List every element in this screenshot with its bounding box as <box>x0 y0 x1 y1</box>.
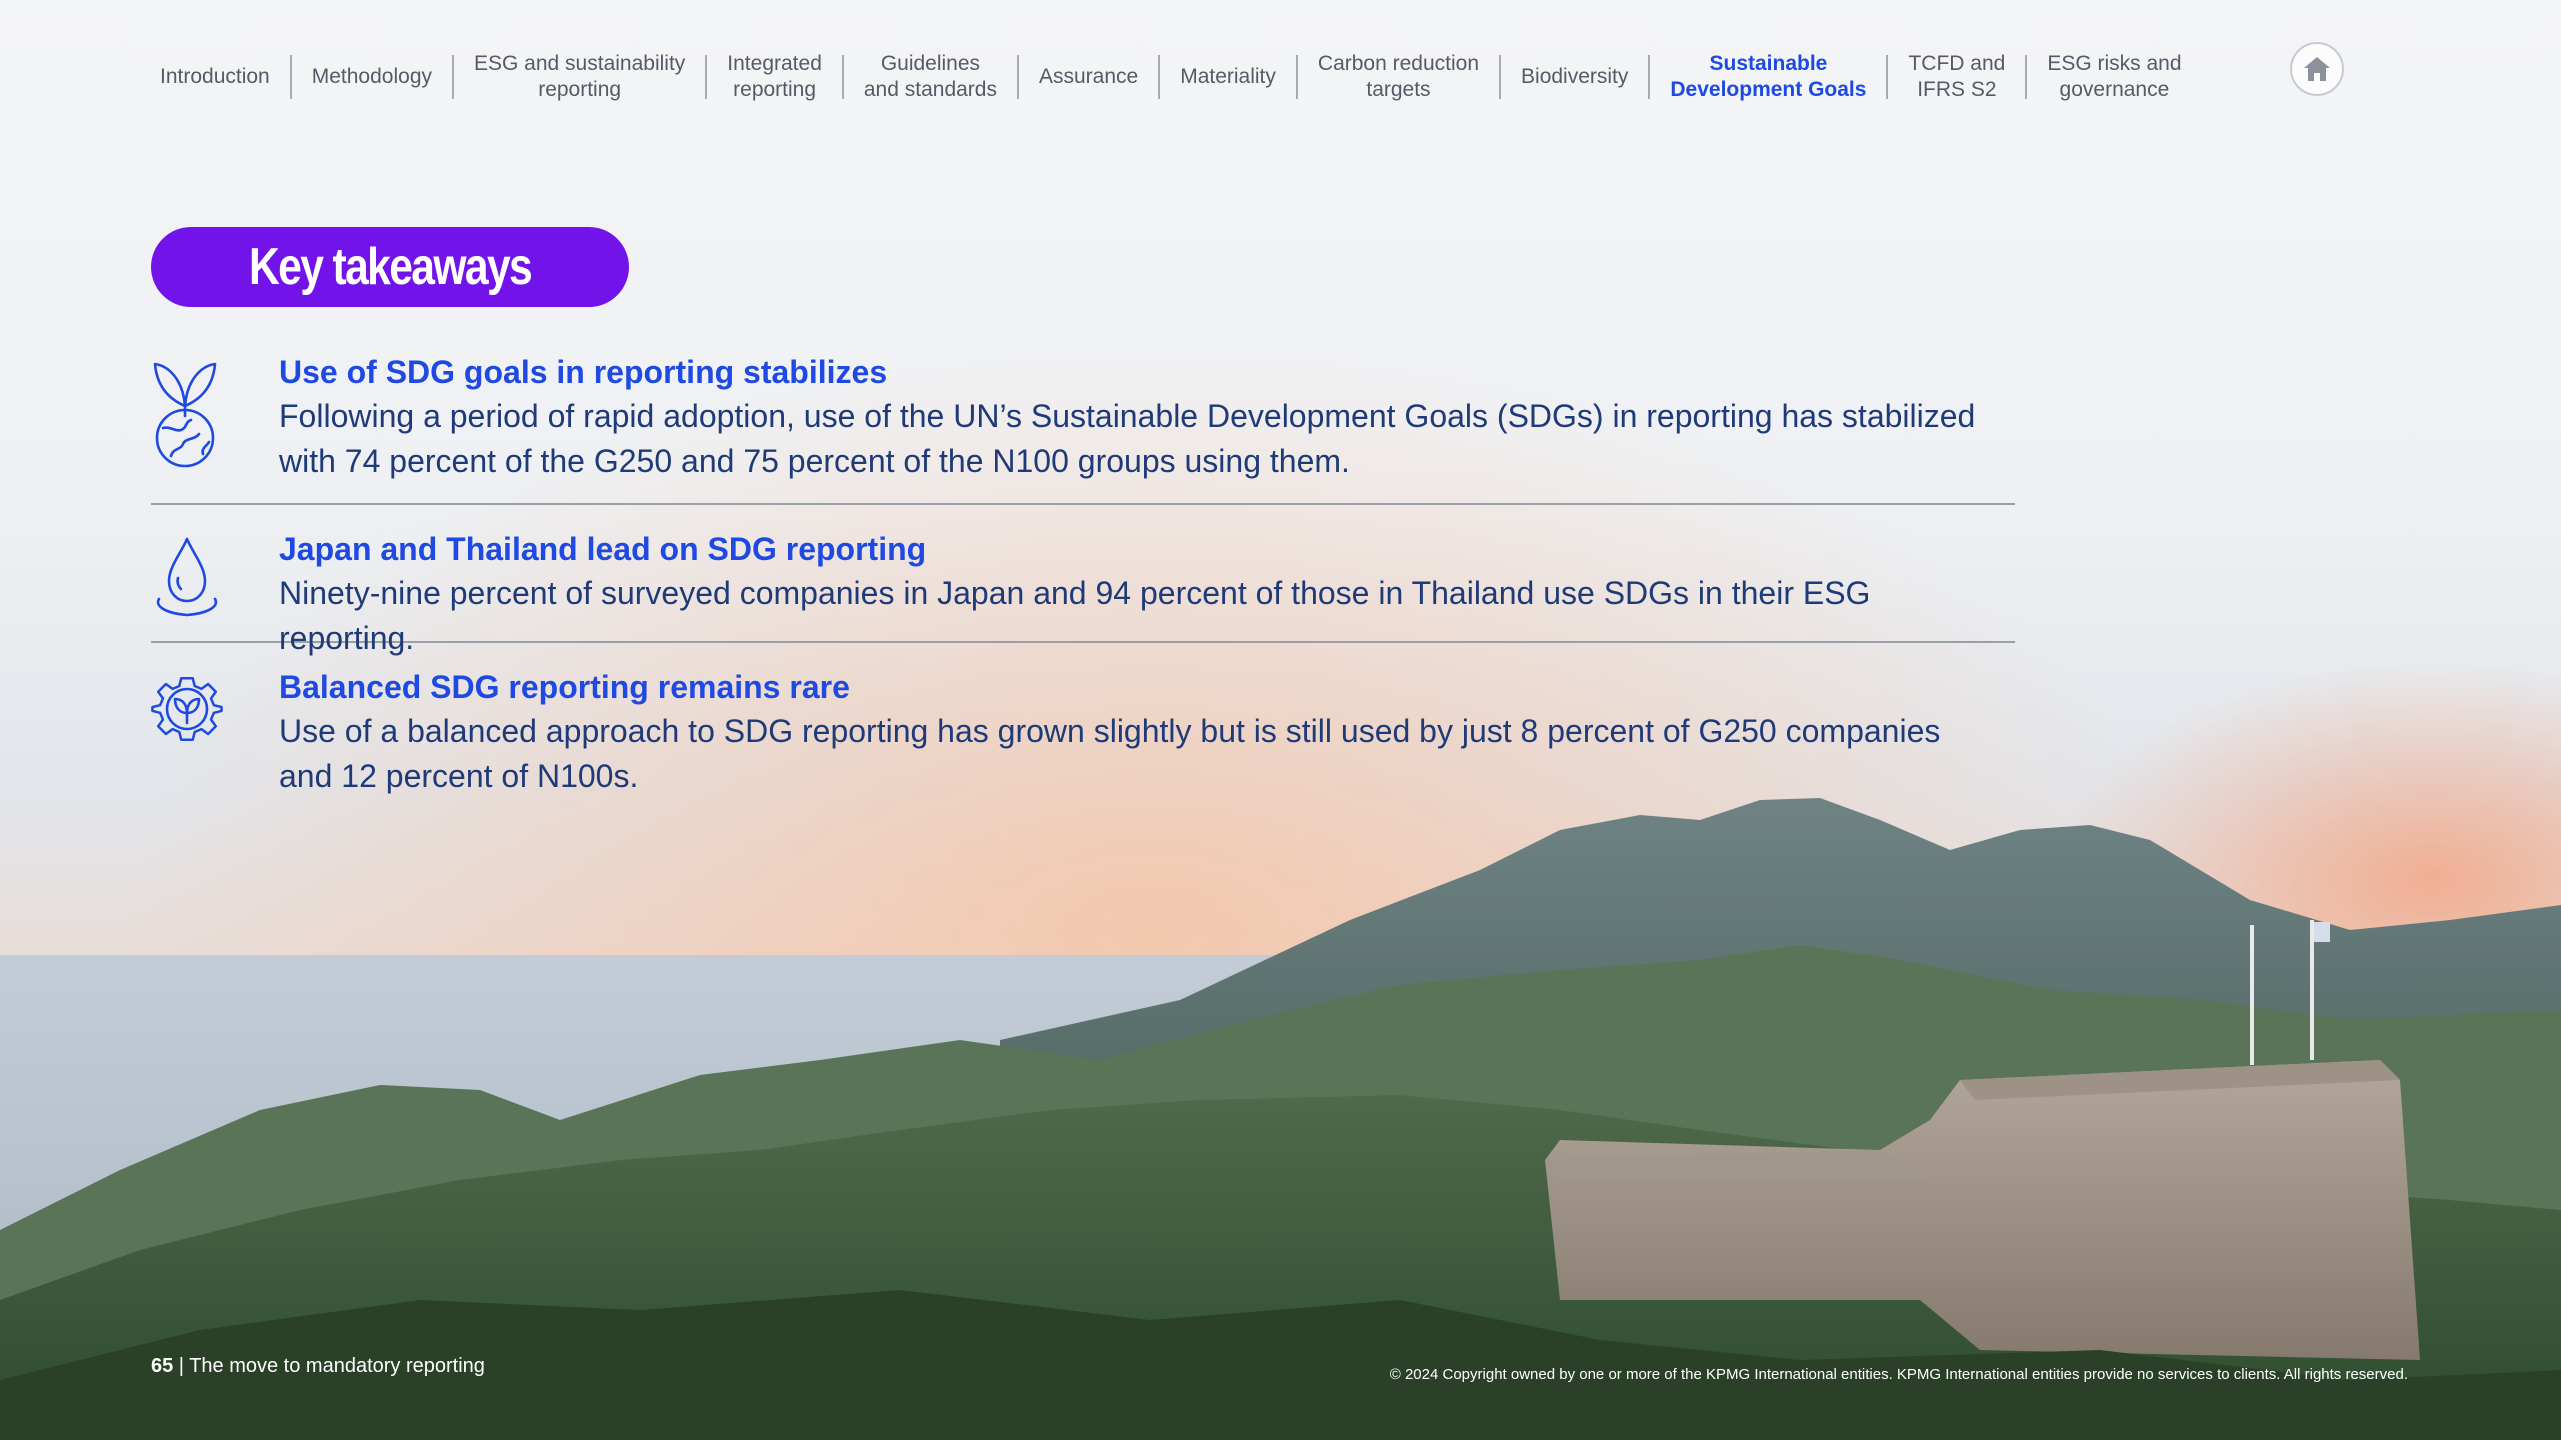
key-takeaways-title: Key takeaways <box>151 227 629 307</box>
page-number: 65 <box>151 1355 174 1377</box>
takeaway-heading: Balanced SDG reporting remains rare <box>279 669 850 705</box>
nav-esg-sustainability-reporting[interactable]: ESG and sustainability reporting <box>454 52 705 101</box>
takeaway-item: Use of SDG goals in reporting stabilizes… <box>151 350 2015 503</box>
nav-integrated-reporting[interactable]: Integrated reporting <box>707 52 842 101</box>
home-icon <box>2304 57 2330 81</box>
section-nav: Introduction Methodology ESG and sustain… <box>140 48 2202 106</box>
section-name: The move to mandatory reporting <box>189 1355 485 1377</box>
takeaway-body: Use of a balanced approach to SDG report… <box>279 713 1941 794</box>
takeaway-item: Balanced SDG reporting remains rare Use … <box>151 643 2015 799</box>
takeaway-heading: Japan and Thailand lead on SDG reporting <box>279 531 927 567</box>
nav-esg-risks-governance[interactable]: ESG risks and governance <box>2027 52 2201 101</box>
nav-biodiversity[interactable]: Biodiversity <box>1501 55 1648 99</box>
nav-guidelines-standards[interactable]: Guidelines and standards <box>844 52 1017 101</box>
takeaway-heading: Use of SDG goals in reporting stabilizes <box>279 354 888 390</box>
home-button[interactable] <box>2290 42 2344 96</box>
water-drop-icon <box>156 537 218 617</box>
plant-globe-icon <box>153 362 217 468</box>
nav-assurance[interactable]: Assurance <box>1019 55 1158 99</box>
takeaway-item: Japan and Thailand lead on SDG reporting… <box>151 505 2015 656</box>
takeaways-list: Use of SDG goals in reporting stabilizes… <box>151 350 2015 799</box>
nav-tcfd-ifrs-s2[interactable]: TCFD and IFRS S2 <box>1888 52 2025 101</box>
takeaway-body: Following a period of rapid adoption, us… <box>279 398 1976 479</box>
page-title: Key takeaways <box>249 238 533 296</box>
gear-leaf-icon <box>151 677 223 741</box>
nav-sustainable-development-goals[interactable]: Sustainable Development Goals <box>1650 52 1886 101</box>
copyright-notice: © 2024 Copyright owned by one or more of… <box>1389 1366 2408 1383</box>
nav-carbon-reduction-targets[interactable]: Carbon reduction targets <box>1298 52 1499 101</box>
nav-methodology[interactable]: Methodology <box>292 55 452 99</box>
nav-introduction[interactable]: Introduction <box>140 55 290 99</box>
page-footer: 65 | The move to mandatory reporting <box>151 1355 485 1377</box>
nav-materiality[interactable]: Materiality <box>1160 55 1296 99</box>
